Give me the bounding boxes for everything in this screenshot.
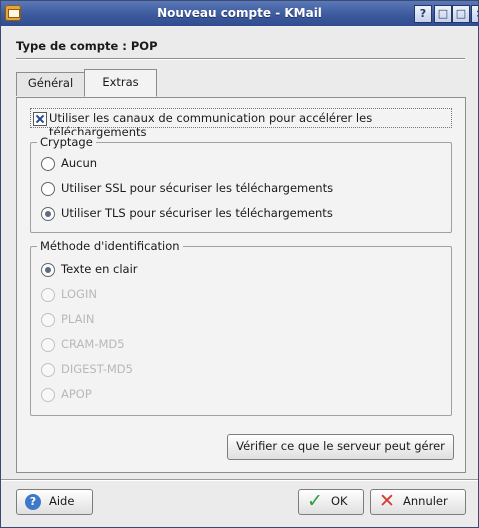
encryption-ssl-radio[interactable] [41,182,55,196]
tab-bar: Général Extras [16,69,465,97]
auth-digest-md5-label: DIGEST-MD5 [61,362,133,376]
cancel-button-label: Annuler [403,494,448,508]
account-type-label: Type de compte : POP [16,39,158,53]
auth-plain-radio[interactable] [41,313,55,327]
cancel-button[interactable]: ✕ Annuler [370,489,466,515]
auth-digest-md5-radio[interactable] [41,363,55,377]
tab-general-label: Général [27,76,74,90]
encryption-tls-label: Utiliser TLS pour sécuriser les téléchar… [61,206,333,220]
header-separator [16,58,465,60]
auth-apop-radio[interactable] [41,388,55,402]
check-icon: ✓ [307,490,323,512]
auth-login-label: LOGIN [61,287,97,301]
window-minimize-button[interactable]: □ [434,5,452,23]
tab-general[interactable]: Général [16,72,85,96]
authentication-group-title: Méthode d'identification [37,239,183,253]
auth-plain-label: PLAIN [61,312,95,326]
window-maximize-button[interactable]: □ [452,5,470,23]
auth-cram-md5-label: CRAM-MD5 [61,337,125,351]
encryption-none-label: Aucun [61,156,98,170]
pipelining-checkbox[interactable] [33,112,47,126]
auth-plain-text-label: Texte en clair [61,262,138,276]
auth-cram-md5-radio[interactable] [41,338,55,352]
help-button[interactable]: ? Aide [16,489,93,515]
auth-login-radio[interactable] [41,288,55,302]
pipelining-option[interactable]: Utiliser les canaux de communication pou… [30,108,452,139]
pipelining-label: Utiliser les canaux de communication pou… [49,111,373,139]
encryption-none-radio[interactable] [41,157,55,171]
auth-plain-text-radio[interactable] [41,263,55,277]
verify-server-label: Vérifier ce que le serveur peut gérer [236,439,445,453]
tab-extras[interactable]: Extras [84,69,157,97]
verify-server-button[interactable]: Vérifier ce que le serveur peut gérer [227,434,454,460]
tab-extras-label: Extras [102,75,139,89]
window-help-button[interactable]: ? [414,5,432,23]
encryption-ssl-label: Utiliser SSL pour sécuriser les téléchar… [61,181,334,195]
kmail-new-account-dialog: Nouveau compte - KMail ? □ □ × Type de c… [0,0,479,528]
window-title: Nouveau compte - KMail [157,6,322,20]
cancel-icon: ✕ [379,490,395,512]
encryption-group: Cryptage Aucun Utiliser SSL pour sécuris… [30,135,452,233]
help-icon: ? [25,494,41,510]
footer-separator [1,479,478,481]
encryption-group-title: Cryptage [37,135,96,149]
ok-button-label: OK [331,494,348,508]
extras-panel: Utiliser les canaux de communication pou… [16,97,466,473]
title-bar[interactable]: Nouveau compte - KMail ? □ □ × [1,1,478,26]
authentication-group: Méthode d'identification Texte en clair … [30,239,452,416]
auth-apop-label: APOP [61,387,92,401]
help-button-label: Aide [49,494,75,508]
window-close-button[interactable]: × [471,5,478,23]
ok-button[interactable]: ✓ OK [298,489,364,515]
encryption-tls-radio[interactable] [41,207,55,221]
